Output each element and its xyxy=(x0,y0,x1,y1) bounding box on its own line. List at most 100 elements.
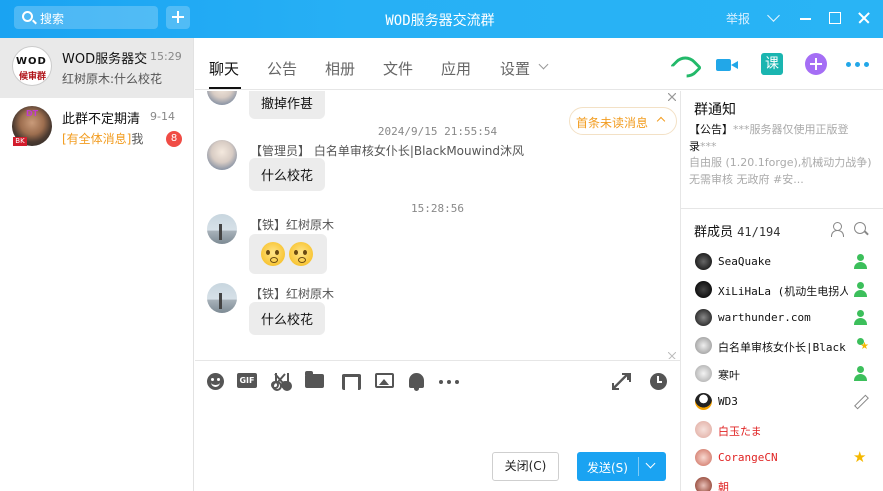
close-icon[interactable] xyxy=(855,9,875,27)
window-title: WOD服务器交流群 xyxy=(385,13,495,29)
member-item[interactable]: 白名单审核女仆长|Black xyxy=(681,333,883,359)
group-info-panel: 群通知 【公告】***服务器仅使用正版登 录*** 自由服 (1.20.1forg… xyxy=(680,91,883,491)
avatar xyxy=(695,421,712,438)
message-sender[interactable]: 【铁】红树原木 xyxy=(250,216,334,233)
expand-icon[interactable] xyxy=(612,373,631,390)
message-bubble[interactable]: 撤掉作甚 xyxy=(249,91,326,119)
member-item[interactable]: CorangeCN ★ xyxy=(681,445,883,471)
admin-icon xyxy=(853,366,868,381)
tab-files[interactable]: 文件 xyxy=(383,58,413,79)
active-tab-indicator xyxy=(209,87,241,89)
avatar xyxy=(695,253,712,270)
members-title: 群成员 xyxy=(694,225,734,240)
message-list[interactable]: 撤掉作甚 2024/9/15 21:55:54 【管理员】 白名单审核女仆长|B… xyxy=(195,91,680,359)
smile-icon[interactable] xyxy=(207,373,224,390)
close-button[interactable]: 关闭(C) xyxy=(492,452,559,481)
session-item-cleanup-group[interactable]: DT BK 此群不定期清 9-14 [有全体消息]我 8 xyxy=(0,98,193,158)
member-item[interactable]: warthunder.com xyxy=(681,305,883,331)
session-item-wod[interactable]: WOD 候审群 WOD服务器交 15:29 红树原木:什么校花 xyxy=(0,38,193,98)
tab-chat[interactable]: 聊天 xyxy=(209,58,239,79)
image-icon[interactable] xyxy=(375,373,394,388)
more-icon[interactable] xyxy=(439,380,461,384)
emoji-message[interactable] xyxy=(249,234,327,274)
scroll-bottom-icon[interactable] xyxy=(667,349,677,359)
add-button[interactable] xyxy=(166,6,190,29)
report-button[interactable]: 举报 xyxy=(726,10,750,27)
search-icon[interactable] xyxy=(854,222,866,234)
message-bubble[interactable]: 什么校花 xyxy=(249,302,326,335)
session-name: WOD服务器交 xyxy=(62,52,148,67)
video-call-icon[interactable] xyxy=(715,53,739,77)
members-count: 41/194 xyxy=(737,225,781,239)
user-avatar[interactable] xyxy=(207,91,237,105)
group-notice[interactable]: 群通知 【公告】***服务器仅使用正版登 录*** 自由服 (1.20.1forg… xyxy=(681,91,883,209)
add-member-icon[interactable] xyxy=(831,222,845,237)
more-icon[interactable] xyxy=(846,62,870,68)
admin-star-icon xyxy=(853,338,869,353)
phone-icon[interactable] xyxy=(672,53,696,77)
member-name: 白名单审核女仆长|Black xyxy=(718,341,846,354)
member-item[interactable]: 寒叶 xyxy=(681,361,883,387)
user-avatar[interactable] xyxy=(207,140,237,170)
first-unread-button[interactable]: 首条未读消息 xyxy=(569,107,677,135)
scissors-icon[interactable] xyxy=(271,373,289,391)
session-time: 9-14 xyxy=(150,110,175,123)
member-item[interactable]: SeaQuake xyxy=(681,249,883,275)
avatar xyxy=(695,309,712,326)
chevron-down-icon[interactable] xyxy=(764,9,784,27)
notice-tag: 【公告】 xyxy=(689,123,733,136)
message-input[interactable]: 关闭(C) 发送(S) xyxy=(195,400,680,491)
member-name: WD3 xyxy=(718,395,738,408)
member-name: warthunder.com xyxy=(718,311,811,324)
message-sender[interactable]: 【管理员】 白名单审核女仆长|BlackMouwind沐风 xyxy=(250,142,524,159)
avatar xyxy=(695,337,712,354)
edit-icon[interactable] xyxy=(853,394,868,409)
chat-header: 聊天 公告 相册 文件 应用 设置 课 xyxy=(195,38,883,90)
search-box[interactable]: 搜索 xyxy=(14,6,158,29)
folder-icon[interactable] xyxy=(305,371,324,388)
settings-chevron-icon[interactable] xyxy=(538,59,549,70)
member-name: XiLiHaLa (机动生电拐人 xyxy=(718,285,848,298)
gif-icon[interactable]: GIF xyxy=(237,373,257,388)
tab-settings[interactable]: 设置 xyxy=(500,58,530,79)
member-name: CorangeCN xyxy=(718,451,778,464)
member-item[interactable]: 白玉たま xyxy=(681,417,883,443)
maximize-icon[interactable] xyxy=(826,9,846,27)
owner-star-icon: ★ xyxy=(853,448,867,466)
user-avatar[interactable] xyxy=(207,283,237,313)
message-bubble[interactable]: 什么校花 xyxy=(249,158,326,191)
notice-line-2: 自由服 (1.20.1forge),机械动力战争) 无需审核 无政府 #安... xyxy=(689,156,872,186)
minimize-icon[interactable] xyxy=(797,9,817,27)
member-name: 白玉たま xyxy=(718,425,762,438)
member-name: 寒叶 xyxy=(718,369,740,382)
class-icon[interactable]: 课 xyxy=(761,53,783,75)
avatar xyxy=(695,365,712,382)
bell-icon[interactable] xyxy=(409,373,424,391)
tab-album[interactable]: 相册 xyxy=(325,58,355,79)
chevron-up-icon xyxy=(656,116,666,126)
user-avatar[interactable] xyxy=(207,214,237,244)
close-icon[interactable] xyxy=(667,91,677,102)
notice-text: 录 xyxy=(689,140,700,153)
send-button[interactable]: 发送(S) xyxy=(577,452,666,481)
session-time: 15:29 xyxy=(150,50,182,63)
session-preview-text: 我 xyxy=(131,132,144,146)
unread-label: 首条未读消息 xyxy=(576,116,649,130)
add-app-icon[interactable] xyxy=(805,53,827,75)
member-item[interactable]: 朝 xyxy=(681,473,883,491)
message-timestamp: 15:28:56 xyxy=(411,202,464,215)
tab-apps[interactable]: 应用 xyxy=(441,58,471,79)
message-sender[interactable]: 【铁】红树原木 xyxy=(250,285,334,302)
chevron-down-icon[interactable] xyxy=(645,458,656,469)
notice-line-1: 【公告】***服务器仅使用正版登 录*** xyxy=(689,121,879,155)
notice-gray-text: ***服务器仅使用正版登 xyxy=(733,123,849,136)
member-item[interactable]: WD3 xyxy=(681,389,883,415)
member-name: 朝 xyxy=(718,481,729,491)
music-icon[interactable] xyxy=(340,373,361,390)
search-icon xyxy=(22,11,33,22)
member-item[interactable]: XiLiHaLa (机动生电拐人 xyxy=(681,277,883,303)
tab-announcement[interactable]: 公告 xyxy=(267,58,297,79)
send-label: 发送(S) xyxy=(587,461,628,475)
clock-icon[interactable] xyxy=(650,373,667,390)
avatar xyxy=(695,449,712,466)
